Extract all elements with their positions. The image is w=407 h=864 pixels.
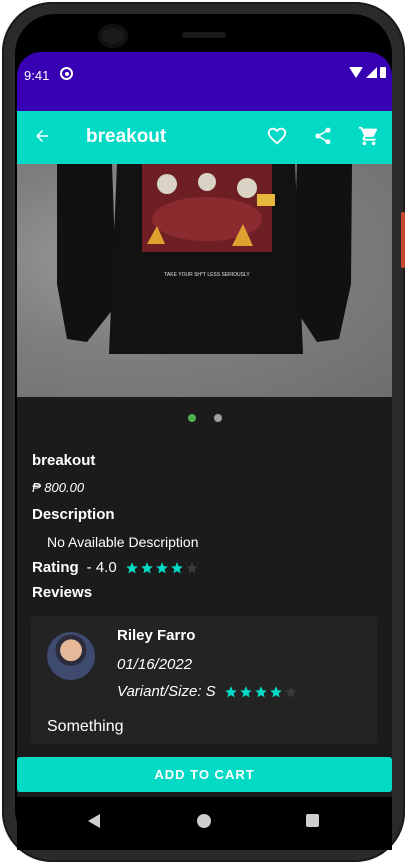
rating-row: Rating - 4.0 [32, 559, 199, 576]
status-icons [349, 67, 386, 78]
nav-recents-icon[interactable] [306, 814, 319, 827]
star-filled-icon [254, 685, 267, 697]
image-caption: TAKE YOUR SH*T LESS SERIOUSLY [164, 272, 250, 278]
rating-stars [125, 561, 199, 575]
star-empty-icon [284, 685, 297, 697]
system-navigation-bar [17, 797, 392, 850]
page-title: breakout [86, 126, 167, 147]
signal-icon [366, 67, 377, 78]
star-filled-icon [170, 561, 183, 573]
review-variant-row: Variant/Size: S [117, 683, 298, 700]
reviews-heading: Reviews [32, 584, 93, 601]
review-variant: Variant/Size: S [117, 683, 216, 700]
add-to-cart-button[interactable]: ADD TO CART [17, 757, 392, 792]
reviewer-name: Riley Farro [117, 627, 196, 644]
star-filled-icon [155, 561, 168, 573]
back-arrow-icon[interactable] [33, 127, 51, 145]
star-empty-icon [185, 561, 198, 573]
description-heading: Description [32, 506, 115, 523]
description-text: No Available Description [47, 534, 199, 550]
phone-frame: 9:41 breakout TAKE YOUR SH*T LESS SERIOU… [2, 2, 405, 862]
front-camera [98, 24, 128, 48]
star-filled-icon [140, 561, 153, 573]
app-screen: 9:41 breakout TAKE YOUR SH*T LESS SERIOU… [17, 52, 392, 850]
cart-icon[interactable] [358, 125, 380, 147]
star-filled-icon [269, 685, 282, 697]
carousel-dot[interactable] [213, 414, 222, 422]
rating-value: - 4.0 [86, 559, 117, 576]
review-stars [224, 685, 298, 699]
nav-home-icon[interactable] [197, 814, 211, 828]
product-image[interactable]: TAKE YOUR SH*T LESS SERIOUSLY [17, 164, 392, 397]
wifi-icon [349, 67, 363, 78]
status-bar: 9:41 [17, 52, 392, 111]
sync-icon [60, 67, 73, 80]
earpiece-speaker [182, 32, 226, 38]
star-filled-icon [224, 685, 237, 697]
review-text: Something [47, 718, 124, 735]
nav-back-icon[interactable] [88, 814, 100, 828]
power-button [401, 212, 405, 268]
image-carousel-indicator [17, 414, 392, 422]
share-icon[interactable] [313, 125, 333, 147]
star-filled-icon [125, 561, 138, 573]
product-price: ₱ 800.00 [32, 480, 85, 495]
review-date: 01/16/2022 [117, 656, 193, 673]
product-name: breakout [32, 452, 96, 469]
heart-icon[interactable] [266, 125, 288, 147]
rating-label: Rating [32, 559, 79, 576]
carousel-dot-active[interactable] [187, 414, 196, 422]
app-bar: breakout [17, 111, 392, 164]
sweatshirt-illustration: TAKE YOUR SH*T LESS SERIOUSLY [57, 164, 352, 354]
star-filled-icon [239, 685, 252, 697]
review-card: Riley Farro 01/16/2022 Variant/Size: S S… [31, 616, 377, 744]
status-time: 9:41 [24, 68, 50, 83]
battery-icon [380, 67, 386, 78]
reviewer-avatar [47, 632, 95, 680]
